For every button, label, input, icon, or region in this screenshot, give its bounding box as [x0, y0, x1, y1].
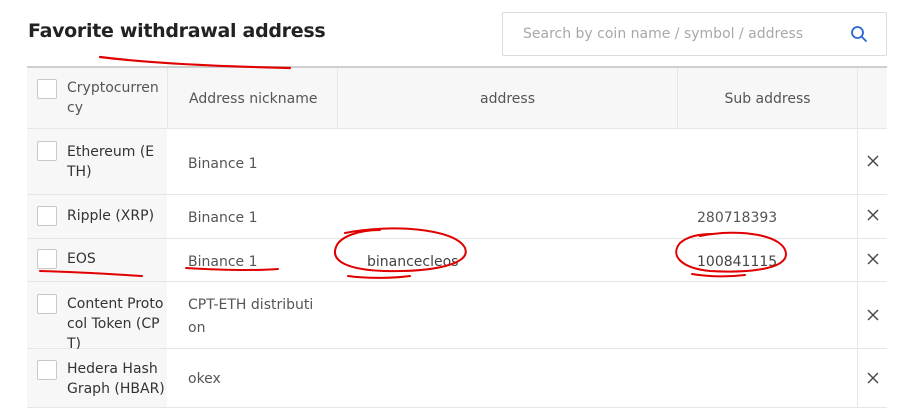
header-sub-address: Sub address: [724, 91, 811, 107]
row-nickname: okex: [188, 371, 221, 387]
row-crypto: Ripple (XRP): [67, 208, 155, 224]
row-nickname: Binance 1: [188, 254, 258, 270]
row-nickname: Binance 1: [188, 156, 258, 172]
row-crypto: Content Protocol Token (CPT): [67, 296, 164, 352]
row-sub-address: 280718393: [697, 210, 778, 226]
close-icon[interactable]: [867, 155, 879, 167]
row-crypto: Ethereum (ETH): [67, 144, 155, 180]
select-all-checkbox[interactable]: [37, 79, 57, 99]
table-row: EOS Binance 1 binancecleos 100841115: [27, 239, 887, 282]
search-placeholder: Search by coin name / symbol / address: [523, 26, 804, 42]
row-checkbox[interactable]: [37, 141, 57, 161]
table-row: Ripple (XRP) Binance 1 280718393: [27, 195, 887, 239]
header-address: address: [479, 91, 535, 107]
row-crypto: EOS: [67, 251, 96, 267]
row-crypto: Hedera Hash Graph (HBAR): [67, 361, 165, 397]
row-checkbox[interactable]: [37, 206, 57, 226]
table-row: Ethereum (ETH) Binance 1: [27, 129, 887, 195]
row-sub-address: 100841115: [697, 254, 778, 270]
favorite-address-table: Cryptocurrency Address nickname address …: [27, 66, 887, 408]
close-icon[interactable]: [867, 372, 879, 384]
header-address-nickname: Address nickname: [189, 91, 318, 107]
close-icon[interactable]: [867, 309, 879, 321]
close-icon[interactable]: [867, 253, 879, 265]
header-cryptocurrency: Cryptocurrency: [67, 80, 159, 116]
page-title: Favorite withdrawal address: [28, 20, 326, 42]
search-input[interactable]: Search by coin name / symbol / address: [502, 12, 887, 56]
table-row: Hedera Hash Graph (HBAR) okex: [27, 349, 887, 408]
search-icon[interactable]: [850, 25, 868, 43]
table-header: Cryptocurrency Address nickname address …: [27, 68, 887, 129]
row-nickname: CPT-ETH distribution: [188, 297, 314, 336]
row-checkbox[interactable]: [37, 249, 57, 269]
row-address: binancecleos: [367, 254, 459, 270]
close-icon[interactable]: [867, 209, 879, 221]
row-checkbox[interactable]: [37, 360, 57, 380]
row-nickname: Binance 1: [188, 210, 258, 226]
table-row: Content Protocol Token (CPT) CPT-ETH dis…: [27, 282, 887, 352]
row-checkbox[interactable]: [37, 294, 57, 314]
